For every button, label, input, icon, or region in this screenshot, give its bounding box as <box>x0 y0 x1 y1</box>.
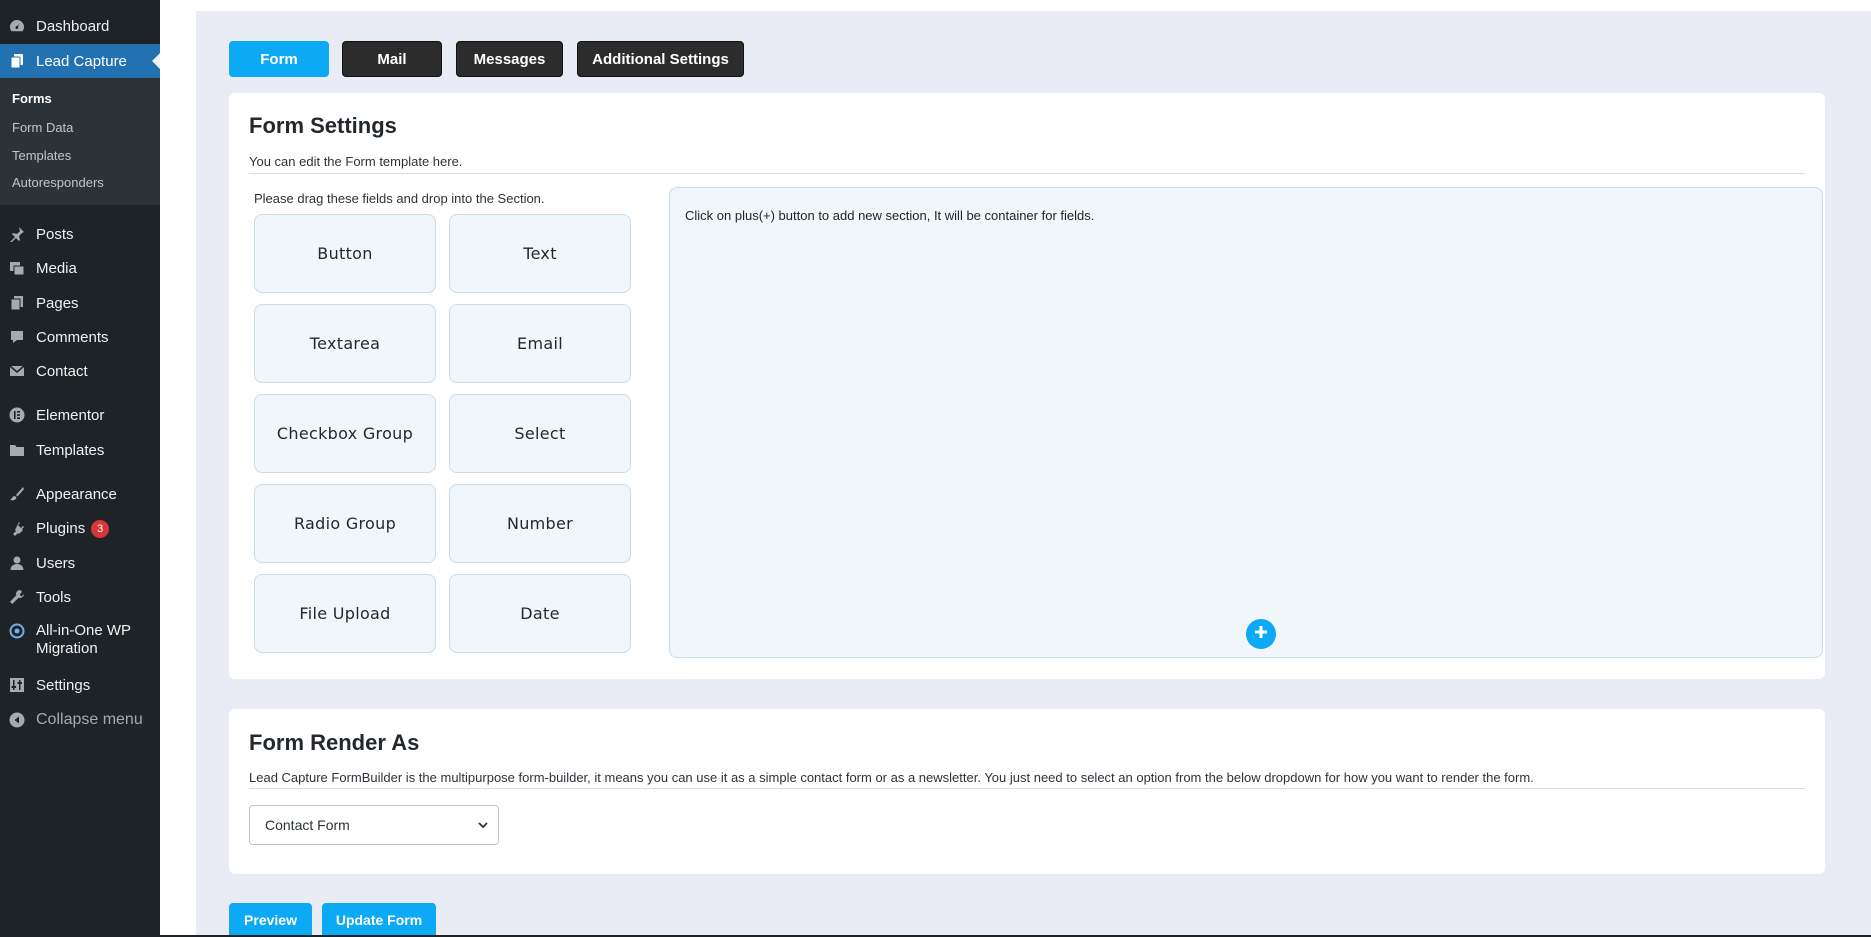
section-dropzone[interactable]: Click on plus(+) button to add new secti… <box>669 187 1823 658</box>
user-icon <box>8 554 26 572</box>
menu-migration-line1: All-in-One WP <box>36 622 132 639</box>
submenu-form-data[interactable]: Form Data <box>12 120 73 135</box>
field-number[interactable]: Number <box>449 484 631 563</box>
menu-plugins-label: Plugins 3 <box>36 520 110 538</box>
field-select[interactable]: Select <box>449 394 631 473</box>
field-checkbox-group[interactable]: Checkbox Group <box>254 394 436 473</box>
chevron-down-icon <box>476 818 490 832</box>
menu-lead-capture[interactable]: Lead Capture <box>0 44 160 78</box>
menu-posts[interactable]: Posts <box>0 219 160 249</box>
add-section-button[interactable] <box>1246 619 1276 649</box>
folder-icon <box>8 441 26 459</box>
menu-pages[interactable]: Pages <box>0 288 160 318</box>
menu-users[interactable]: Users <box>0 548 160 578</box>
media-icon <box>8 259 26 277</box>
field-file-upload[interactable]: File Upload <box>254 574 436 653</box>
collapse-menu-label: Collapse menu <box>36 711 143 728</box>
menu-settings-label: Settings <box>36 676 91 694</box>
menu-comments[interactable]: Comments <box>0 322 160 352</box>
form-settings-description: You can edit the Form template here. <box>249 154 463 169</box>
menu-lead-capture-label: Lead Capture <box>36 52 127 70</box>
menu-plugins-text: Plugins <box>36 520 86 537</box>
render-type-select[interactable]: Contact Form <box>249 805 499 845</box>
pages-icon <box>8 294 26 312</box>
menu-contact[interactable]: Contact <box>0 356 160 386</box>
menu-pages-label: Pages <box>36 294 79 312</box>
form-render-card: Form Render As Lead Capture FormBuilder … <box>229 709 1825 874</box>
tab-additional-settings[interactable]: Additional Settings <box>577 41 744 77</box>
field-email[interactable]: Email <box>449 304 631 383</box>
form-settings-divider <box>249 173 1805 174</box>
menu-migration-line2: Migration <box>36 640 98 657</box>
menu-media[interactable]: Media <box>0 253 160 283</box>
pin-icon <box>8 225 26 243</box>
menu-tools-label: Tools <box>36 588 72 606</box>
menu-settings[interactable]: Settings <box>0 670 160 700</box>
plugins-update-badge: 3 <box>91 520 110 538</box>
elementor-icon <box>8 406 26 424</box>
form-render-divider <box>249 788 1805 789</box>
menu-elementor-label: Elementor <box>36 406 105 424</box>
form-settings-title: Form Settings <box>249 113 397 138</box>
submenu-autoresponders[interactable]: Autoresponders <box>12 175 104 190</box>
drag-hint: Please drag these fields and drop into t… <box>254 191 545 206</box>
plugin-icon <box>8 520 26 538</box>
menu-appearance[interactable]: Appearance <box>0 479 160 509</box>
menu-media-label: Media <box>36 259 77 277</box>
menu-contact-label: Contact <box>36 362 88 380</box>
update-form-button[interactable]: Update Form <box>322 903 436 937</box>
menu-migration-label: All-in-One WP Migration <box>36 622 131 658</box>
lead-capture-submenu: Forms Form Data Templates Autoresponders <box>0 78 160 205</box>
dropzone-instructions: Click on plus(+) button to add new secti… <box>685 208 1095 223</box>
menu-elementor[interactable]: Elementor <box>0 400 160 430</box>
admin-sidebar: Dashboard Lead Capture Forms Form Data T… <box>0 0 160 937</box>
collapse-menu-button[interactable]: Collapse menu <box>0 705 160 735</box>
plus-icon <box>1254 625 1268 644</box>
field-radio-group[interactable]: Radio Group <box>254 484 436 563</box>
settings-icon <box>8 676 26 694</box>
migration-icon <box>8 622 26 640</box>
form-render-title: Form Render As <box>249 730 420 755</box>
mail-icon <box>8 362 26 380</box>
menu-appearance-label: Appearance <box>36 485 117 503</box>
render-type-value: Contact Form <box>265 817 350 833</box>
wrench-icon <box>8 588 26 606</box>
menu-all-in-one-wp-migration[interactable]: All-in-One WP Migration <box>0 622 160 662</box>
menu-plugins[interactable]: Plugins 3 <box>0 514 160 544</box>
collapse-icon <box>8 711 26 729</box>
submenu-templates[interactable]: Templates <box>12 148 71 163</box>
submenu-forms[interactable]: Forms <box>12 91 52 106</box>
menu-posts-label: Posts <box>36 225 74 243</box>
menu-templates-label: Templates <box>36 441 105 459</box>
preview-button[interactable]: Preview <box>229 903 312 937</box>
menu-dashboard[interactable]: Dashboard <box>0 11 160 41</box>
dashboard-icon <box>8 17 26 35</box>
menu-tools[interactable]: Tools <box>0 582 160 612</box>
field-date[interactable]: Date <box>449 574 631 653</box>
menu-dashboard-label: Dashboard <box>36 17 110 35</box>
copy-icon <box>8 52 26 70</box>
tab-form[interactable]: Form <box>229 41 329 77</box>
brush-icon <box>8 485 26 503</box>
tab-messages[interactable]: Messages <box>456 41 563 77</box>
form-render-description: Lead Capture FormBuilder is the multipur… <box>249 770 1534 785</box>
menu-comments-label: Comments <box>36 328 109 346</box>
menu-templates[interactable]: Templates <box>0 435 160 465</box>
field-button[interactable]: Button <box>254 214 436 293</box>
tab-mail[interactable]: Mail <box>342 41 442 77</box>
comment-icon <box>8 328 26 346</box>
menu-users-label: Users <box>36 554 76 572</box>
field-text[interactable]: Text <box>449 214 631 293</box>
field-textarea[interactable]: Textarea <box>254 304 436 383</box>
